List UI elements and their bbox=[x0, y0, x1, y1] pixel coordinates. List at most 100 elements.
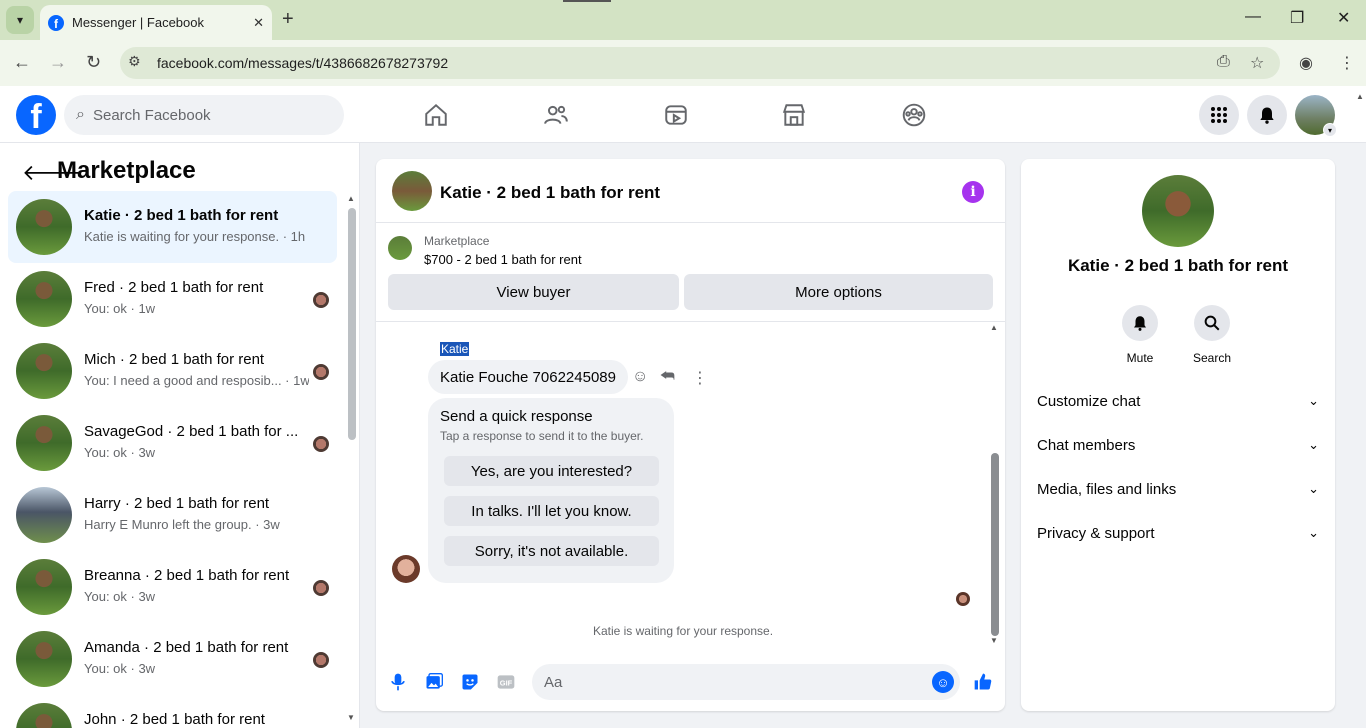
account-avatar[interactable]: ▾ bbox=[1295, 95, 1337, 137]
search-icon bbox=[1194, 305, 1230, 341]
waiting-status: Katie is waiting for your response. bbox=[592, 624, 774, 638]
conversation-preview: You: ok · 3w bbox=[84, 661, 156, 676]
search-icon: ⌕ bbox=[76, 106, 85, 123]
chat-panel: Katie · 2 bed 1 bath for rent i Marketpl… bbox=[376, 159, 1005, 711]
new-tab-plus-icon[interactable]: + bbox=[282, 8, 294, 31]
more-options-icon[interactable]: ⋮ bbox=[692, 368, 708, 388]
listing-title[interactable]: $700 - 2 bed 1 bath for rent bbox=[424, 252, 582, 267]
quick-reply-interested-button[interactable]: Yes, are you interested? bbox=[444, 456, 659, 486]
browser-menu-icon[interactable]: ⋮ bbox=[1339, 53, 1355, 73]
chevron-down-icon: ⌄ bbox=[1308, 437, 1319, 452]
conversation-preview: Katie is waiting for your response. · 1h bbox=[84, 229, 306, 244]
reply-arrow-icon[interactable]: ⮪ bbox=[660, 368, 675, 386]
bookmark-star-icon[interactable]: ☆ bbox=[1250, 53, 1264, 73]
media-files-links-row[interactable]: Media, files and links ⌄ bbox=[1021, 467, 1335, 511]
quick-response-title: Send a quick response bbox=[440, 408, 593, 425]
thumbs-up-icon[interactable] bbox=[972, 671, 994, 693]
minimize-icon[interactable]: — bbox=[1245, 8, 1261, 26]
site-settings-icon[interactable]: ⚙ bbox=[128, 53, 141, 70]
quick-reply-not-available-button[interactable]: Sorry, it's not available. bbox=[444, 536, 659, 566]
gif-icon[interactable]: GIF bbox=[495, 671, 517, 693]
home-icon[interactable] bbox=[416, 100, 456, 130]
thread-scroll-down-icon[interactable]: ▼ bbox=[990, 636, 998, 645]
microphone-icon[interactable] bbox=[387, 671, 409, 693]
profile-icon[interactable]: ◉ bbox=[1299, 53, 1313, 73]
address-url[interactable]: facebook.com/messages/t/4386682678273792 bbox=[157, 55, 448, 71]
seen-avatar bbox=[313, 580, 329, 596]
friends-icon[interactable] bbox=[536, 100, 576, 130]
conversation-preview: You: ok · 3w bbox=[84, 589, 156, 604]
conversation-name: Mich · 2 bed 1 bath for rent bbox=[84, 351, 265, 368]
conversation-name: Katie · 2 bed 1 bath for rent bbox=[84, 207, 279, 224]
page-scroll-up-icon[interactable]: ▲ bbox=[1356, 92, 1364, 101]
tab-search-chevron-icon[interactable]: ▾ bbox=[6, 6, 34, 34]
watch-video-icon[interactable] bbox=[656, 100, 696, 130]
sticker-icon[interactable] bbox=[459, 671, 481, 693]
install-app-icon[interactable]: ⎙ bbox=[1217, 53, 1230, 71]
thread-scrollbar[interactable] bbox=[991, 453, 999, 636]
details-avatar[interactable] bbox=[1142, 175, 1214, 247]
marketplace-listing-banner: Marketplace $700 - 2 bed 1 bath for rent… bbox=[376, 223, 1005, 322]
seen-avatar bbox=[956, 592, 970, 606]
search-placeholder: Search Facebook bbox=[92, 106, 211, 124]
browser-tab[interactable]: f Messenger | Facebook ✕ bbox=[40, 5, 272, 40]
listing-thumbnail bbox=[388, 236, 412, 260]
sidebar-title: Marketplace bbox=[57, 157, 196, 184]
menu-grid-icon[interactable] bbox=[1199, 95, 1239, 135]
seen-avatar bbox=[313, 364, 329, 380]
mute-button[interactable]: Mute bbox=[1110, 305, 1170, 365]
info-icon[interactable]: i bbox=[962, 181, 984, 203]
search-label: Search bbox=[1192, 351, 1232, 365]
forward-arrow-icon[interactable]: → bbox=[49, 52, 67, 73]
back-arrow-icon[interactable]: ← bbox=[13, 52, 31, 73]
row-label: Media, files and links bbox=[1037, 480, 1177, 498]
message-input[interactable]: Aa bbox=[532, 664, 960, 700]
more-options-button[interactable]: More options bbox=[684, 274, 993, 310]
marketplace-store-icon[interactable] bbox=[774, 100, 814, 130]
list-scroll-down-icon[interactable]: ▼ bbox=[347, 713, 355, 722]
avatar bbox=[16, 271, 72, 327]
conversation-name: Fred · 2 bed 1 bath for rent bbox=[84, 279, 264, 296]
search-button[interactable]: Search bbox=[1182, 305, 1242, 365]
conversation-item[interactable]: Breanna · 2 bed 1 bath for rent You: ok … bbox=[8, 551, 337, 623]
quick-reply-in-talks-button[interactable]: In talks. I'll let you know. bbox=[444, 496, 659, 526]
avatar bbox=[16, 199, 72, 255]
thread-scroll-up-icon[interactable]: ▲ bbox=[990, 323, 998, 332]
marketplace-label: Marketplace bbox=[424, 234, 490, 248]
react-emoji-icon[interactable]: ☺ bbox=[632, 368, 648, 386]
conversation-item[interactable]: John · 2 bed 1 bath for rent bbox=[8, 695, 337, 728]
chevron-down-icon: ⌄ bbox=[1308, 481, 1319, 496]
restore-icon[interactable]: ❐ bbox=[1290, 8, 1304, 28]
notifications-bell-icon[interactable] bbox=[1247, 95, 1287, 135]
row-label: Chat members bbox=[1037, 436, 1136, 454]
conversation-item[interactable]: Amanda · 2 bed 1 bath for rent You: ok ·… bbox=[8, 623, 337, 695]
search-facebook-input[interactable]: ⌕ Search Facebook bbox=[64, 95, 344, 135]
emoji-icon[interactable]: ☺ bbox=[932, 671, 954, 693]
chat-members-row[interactable]: Chat members ⌄ bbox=[1021, 423, 1335, 467]
conversation-name: Breanna · 2 bed 1 bath for rent bbox=[84, 567, 290, 584]
conversation-item[interactable]: Harry · 2 bed 1 bath for rent Harry E Mu… bbox=[8, 479, 337, 551]
conversation-item[interactable]: Mich · 2 bed 1 bath for rent You: I need… bbox=[8, 335, 337, 407]
window-close-icon[interactable]: ✕ bbox=[1337, 8, 1350, 28]
quick-response-subtitle: Tap a response to send it to the buyer. bbox=[440, 429, 644, 443]
groups-icon[interactable] bbox=[894, 100, 934, 130]
conversation-item[interactable]: Fred · 2 bed 1 bath for rent You: ok · 1… bbox=[8, 263, 337, 335]
conversation-item[interactable]: Katie · 2 bed 1 bath for rent Katie is w… bbox=[8, 191, 337, 263]
conversation-preview: You: I need a good and resposib... · 1w bbox=[84, 373, 309, 388]
message-bubble[interactable]: Katie Fouche 7062245089 bbox=[428, 360, 628, 394]
customize-chat-row[interactable]: Customize chat ⌄ bbox=[1021, 379, 1335, 423]
chat-title[interactable]: Katie · 2 bed 1 bath for rent bbox=[440, 183, 660, 203]
facebook-logo-icon[interactable]: f bbox=[16, 95, 56, 135]
svg-text:GIF: GIF bbox=[500, 678, 513, 687]
reload-icon[interactable]: ↻ bbox=[86, 52, 101, 73]
conversation-preview: Harry E Munro left the group. · 3w bbox=[84, 517, 280, 532]
chat-avatar[interactable] bbox=[392, 171, 432, 211]
list-scrollbar[interactable] bbox=[348, 208, 356, 440]
conversation-item[interactable]: SavageGod · 2 bed 1 bath for ... You: ok… bbox=[8, 407, 337, 479]
photo-gallery-icon[interactable] bbox=[423, 671, 445, 693]
list-scroll-up-icon[interactable]: ▲ bbox=[347, 194, 355, 203]
tab-close-icon[interactable]: ✕ bbox=[253, 15, 264, 31]
privacy-support-row[interactable]: Privacy & support ⌄ bbox=[1021, 511, 1335, 555]
avatar bbox=[16, 559, 72, 615]
view-buyer-button[interactable]: View buyer bbox=[388, 274, 679, 310]
